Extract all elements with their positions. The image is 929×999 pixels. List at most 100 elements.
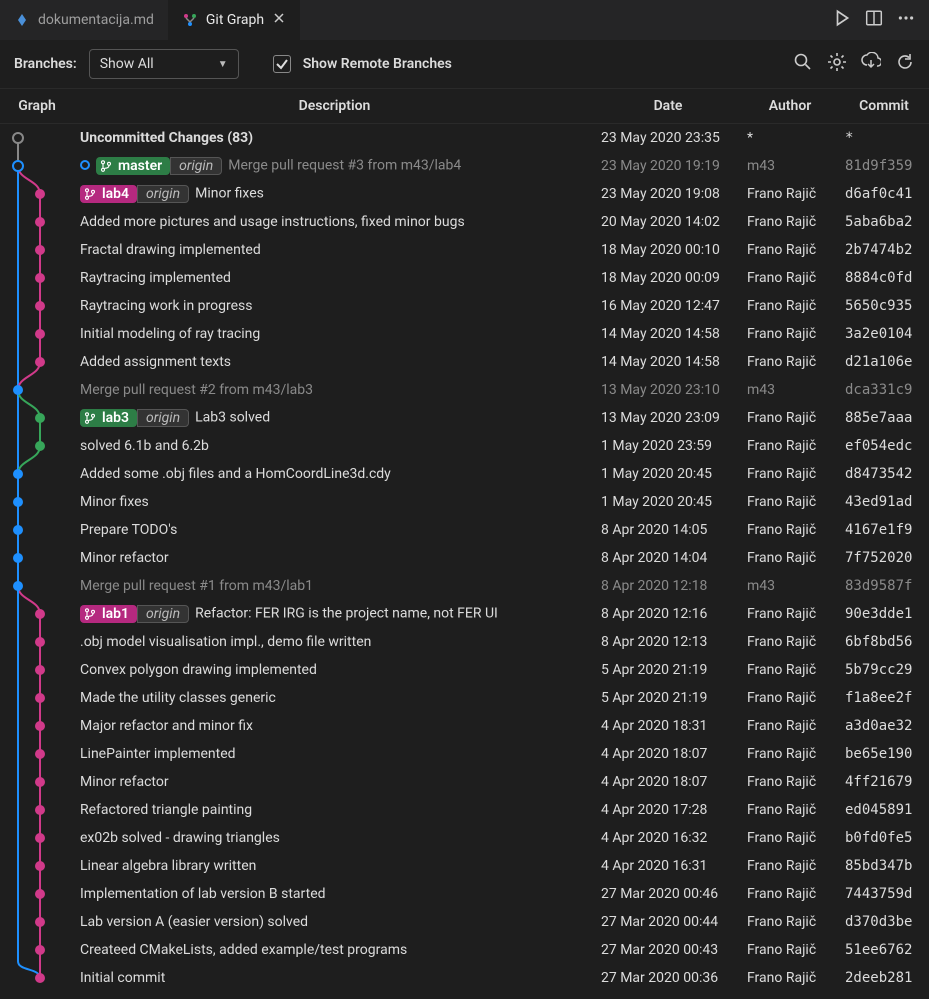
commit-author: Frano Rajič: [741, 186, 839, 202]
branch-ref[interactable]: masterorigin: [96, 157, 222, 175]
commit-row[interactable]: Initial commit27 Mar 2020 00:36Frano Raj…: [0, 964, 929, 992]
commit-date: 4 Apr 2020 18:07: [595, 774, 741, 790]
commit-hash: dca331c9: [839, 382, 929, 398]
commit-description: Fractal drawing implemented: [74, 242, 595, 258]
commit-date: 4 Apr 2020 16:32: [595, 830, 741, 846]
commit-row[interactable]: lab1originRefactor: FER IRG is the proje…: [0, 600, 929, 628]
header-date[interactable]: Date: [595, 98, 741, 114]
commit-description: Minor refactor: [74, 550, 595, 566]
commit-hash: d8473542: [839, 466, 929, 482]
header-graph[interactable]: Graph: [0, 98, 74, 114]
commit-row[interactable]: Raytracing work in progress16 May 2020 1…: [0, 292, 929, 320]
header-commit[interactable]: Commit: [839, 98, 929, 114]
commit-row[interactable]: Made the utility classes generic5 Apr 20…: [0, 684, 929, 712]
header-desc[interactable]: Description: [74, 98, 595, 114]
commit-row[interactable]: Minor refactor8 Apr 2020 14:04Frano Raji…: [0, 544, 929, 572]
split-editor-icon[interactable]: [865, 9, 883, 31]
commit-row[interactable]: ex02b solved - drawing triangles4 Apr 20…: [0, 824, 929, 852]
branch-ref[interactable]: lab4origin: [80, 185, 189, 203]
commit-hash: a3d0ae32: [839, 718, 929, 734]
refresh-icon[interactable]: [895, 52, 915, 76]
commit-author: Frano Rajič: [741, 942, 839, 958]
commit-row[interactable]: lab4originMinor fixes23 May 2020 19:08Fr…: [0, 180, 929, 208]
commit-author: Frano Rajič: [741, 914, 839, 930]
commit-author: Frano Rajič: [741, 410, 839, 426]
commit-hash: d6af0c41: [839, 186, 929, 202]
commit-description: Initial modeling of ray tracing: [74, 326, 595, 342]
commit-row[interactable]: Refactored triangle painting4 Apr 2020 1…: [0, 796, 929, 824]
commit-author: m43: [741, 382, 839, 398]
commit-date: 8 Apr 2020 14:04: [595, 550, 741, 566]
commit-row[interactable]: .obj model visualisation impl., demo fil…: [0, 628, 929, 656]
commit-row[interactable]: Initial modeling of ray tracing14 May 20…: [0, 320, 929, 348]
markdown-file-icon: [14, 12, 30, 28]
commit-row[interactable]: Minor refactor4 Apr 2020 18:07Frano Raji…: [0, 768, 929, 796]
commit-description: Uncommitted Changes (83): [74, 130, 595, 146]
commit-date: 20 May 2020 14:02: [595, 214, 741, 230]
tab-git-graph[interactable]: Git Graph: [168, 0, 300, 40]
commit-row[interactable]: Raytracing implemented18 May 2020 00:09F…: [0, 264, 929, 292]
commit-row[interactable]: Uncommitted Changes (83)23 May 2020 23:3…: [0, 124, 929, 152]
commit-description: Minor refactor: [74, 774, 595, 790]
show-remote-label: Show Remote Branches: [303, 56, 452, 72]
branch-ref[interactable]: lab1origin: [80, 605, 189, 623]
run-icon[interactable]: [833, 9, 851, 31]
branch-ref[interactable]: lab3origin: [80, 409, 189, 427]
commit-row[interactable]: solved 6.1b and 6.2b1 May 2020 23:59Fran…: [0, 432, 929, 460]
commit-description: Linear algebra library written: [74, 858, 595, 874]
commit-date: 16 May 2020 12:47: [595, 298, 741, 314]
commit-date: 18 May 2020 00:10: [595, 242, 741, 258]
search-icon[interactable]: [793, 52, 813, 76]
commit-hash: 43ed91ad: [839, 494, 929, 510]
settings-icon[interactable]: [827, 52, 847, 76]
commit-author: Frano Rajič: [741, 438, 839, 454]
commit-hash: 5650c935: [839, 298, 929, 314]
commit-hash: 83d9587f: [839, 578, 929, 594]
commit-row[interactable]: Convex polygon drawing implemented5 Apr …: [0, 656, 929, 684]
commit-description: solved 6.1b and 6.2b: [74, 438, 595, 454]
commit-row[interactable]: Merge pull request #1 from m43/lab18 Apr…: [0, 572, 929, 600]
commit-hash: 51ee6762: [839, 942, 929, 958]
commit-description: lab3originLab3 solved: [74, 409, 595, 427]
commit-row[interactable]: Createed CMakeLists, added example/test …: [0, 936, 929, 964]
commit-list: Uncommitted Changes (83)23 May 2020 23:3…: [0, 124, 929, 992]
commit-row[interactable]: Added assignment texts14 May 2020 14:58F…: [0, 348, 929, 376]
commit-hash: be65e190: [839, 746, 929, 762]
commit-date: 5 Apr 2020 21:19: [595, 690, 741, 706]
commit-row[interactable]: Merge pull request #2 from m43/lab313 Ma…: [0, 376, 929, 404]
commit-row[interactable]: Fractal drawing implemented18 May 2020 0…: [0, 236, 929, 264]
commit-author: Frano Rajič: [741, 270, 839, 286]
commit-author: Frano Rajič: [741, 298, 839, 314]
commit-row[interactable]: Added more pictures and usage instructio…: [0, 208, 929, 236]
commit-row[interactable]: Added some .obj files and a HomCoordLine…: [0, 460, 929, 488]
commit-description: Added more pictures and usage instructio…: [74, 214, 595, 230]
commit-row[interactable]: Implementation of lab version B started2…: [0, 880, 929, 908]
commit-author: Frano Rajič: [741, 830, 839, 846]
commit-hash: 7f752020: [839, 550, 929, 566]
commit-hash: b0fd0fe5: [839, 830, 929, 846]
commit-row[interactable]: Minor fixes1 May 2020 20:45Frano Rajič43…: [0, 488, 929, 516]
commit-row[interactable]: masteroriginMerge pull request #3 from m…: [0, 152, 929, 180]
commit-description: Initial commit: [74, 970, 595, 986]
commit-date: 27 Mar 2020 00:44: [595, 914, 741, 930]
commit-row[interactable]: Linear algebra library written4 Apr 2020…: [0, 852, 929, 880]
commit-description: masteroriginMerge pull request #3 from m…: [74, 157, 595, 175]
commit-row[interactable]: Lab version A (easier version) solved27 …: [0, 908, 929, 936]
commit-row[interactable]: lab3originLab3 solved13 May 2020 23:09Fr…: [0, 404, 929, 432]
fetch-icon[interactable]: [861, 52, 881, 76]
more-icon[interactable]: [897, 9, 915, 31]
commit-author: Frano Rajič: [741, 354, 839, 370]
commit-row[interactable]: Prepare TODO's8 Apr 2020 14:05Frano Raji…: [0, 516, 929, 544]
commit-date: 4 Apr 2020 18:07: [595, 746, 741, 762]
commit-row[interactable]: LinePainter implemented4 Apr 2020 18:07F…: [0, 740, 929, 768]
show-remote-checkbox[interactable]: [273, 55, 291, 73]
commit-author: Frano Rajič: [741, 522, 839, 538]
tab-dokumentacija[interactable]: dokumentacija.md: [0, 0, 168, 40]
header-author[interactable]: Author: [741, 98, 839, 114]
commit-description: Lab version A (easier version) solved: [74, 914, 595, 930]
branches-select[interactable]: Show All ▼: [89, 49, 239, 79]
commit-date: 4 Apr 2020 17:28: [595, 802, 741, 818]
commit-row[interactable]: Major refactor and minor fix4 Apr 2020 1…: [0, 712, 929, 740]
commit-hash: ed045891: [839, 802, 929, 818]
close-icon[interactable]: [272, 11, 286, 29]
